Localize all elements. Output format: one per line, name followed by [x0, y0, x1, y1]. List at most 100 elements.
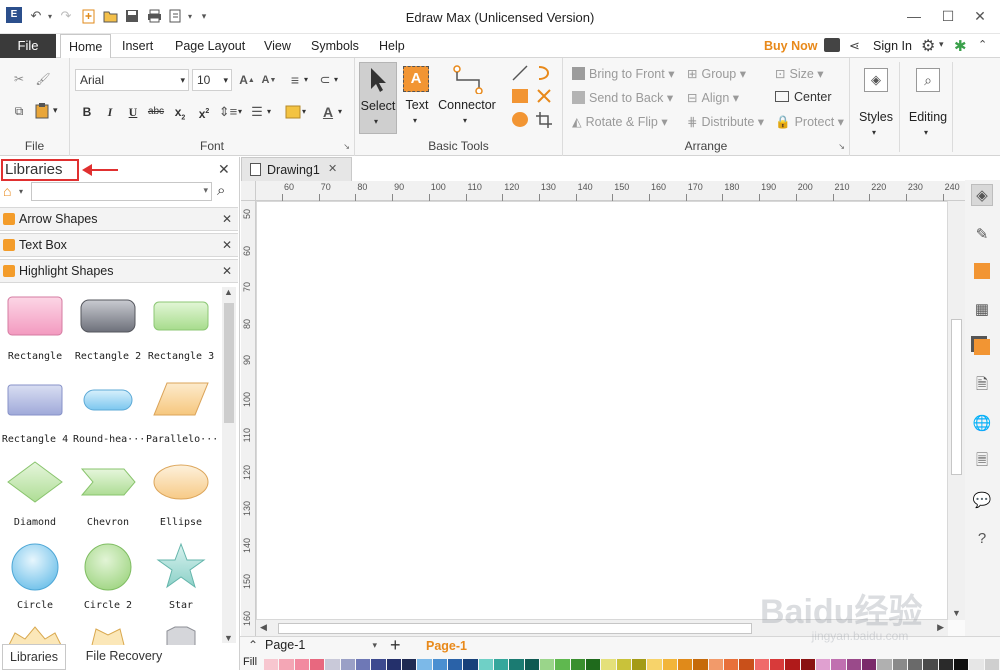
select-button[interactable]: Select ▾	[359, 62, 397, 134]
color-swatch[interactable]	[954, 659, 969, 670]
color-swatch[interactable]	[647, 659, 662, 670]
color-swatch[interactable]	[846, 659, 861, 670]
select-dropdown-icon[interactable]: ▾	[374, 117, 378, 126]
color-swatch[interactable]	[969, 659, 984, 670]
library-category-highlight-shapes[interactable]: Highlight Shapes ✕	[0, 259, 238, 283]
align-text-icon[interactable]: ≡	[286, 71, 304, 89]
color-swatch[interactable]	[371, 659, 386, 670]
center-button[interactable]: Center	[775, 90, 832, 104]
settings-dropdown-icon[interactable]: ▾	[939, 39, 944, 50]
bring-to-front-button[interactable]: Bring to Front ▾	[572, 66, 674, 81]
shape-round-head[interactable]: Round-hea···	[73, 377, 145, 445]
color-swatch[interactable]	[417, 659, 432, 670]
shape-chevron[interactable]: Chevron	[73, 460, 143, 528]
theme-icon[interactable]: ✱	[954, 37, 967, 55]
styles-button[interactable]: ◈ Styles ▾	[852, 62, 900, 152]
shape-ellipse[interactable]: Ellipse	[146, 460, 216, 528]
color-swatch[interactable]	[724, 659, 739, 670]
color-swatch[interactable]	[279, 659, 294, 670]
font-size-select[interactable]: 10 ▾	[192, 69, 232, 91]
bullets-icon[interactable]: ☰	[248, 103, 266, 121]
protect-button[interactable]: 🔒 Protect ▾	[775, 114, 844, 130]
category-close-icon[interactable]: ✕	[222, 264, 232, 278]
color-swatch[interactable]	[632, 659, 647, 670]
canvas-scroll-thumb-vertical[interactable]	[951, 319, 962, 475]
color-swatch[interactable]	[540, 659, 555, 670]
rotate-flip-button[interactable]: ◭ Rotate & Flip ▾	[572, 114, 668, 129]
comments-icon[interactable]: 💬	[971, 489, 993, 511]
library-search-dropdown-icon[interactable]: ▾	[203, 185, 208, 196]
library-category-arrow-shapes[interactable]: Arrow Shapes ✕	[0, 207, 238, 231]
color-swatch[interactable]	[908, 659, 923, 670]
subscript-icon[interactable]: x2	[171, 103, 189, 121]
shape-style-icon[interactable]	[971, 260, 993, 282]
attachment-icon[interactable]: 🗏	[971, 451, 993, 473]
share-icon[interactable]: ⋖	[849, 38, 860, 54]
line-tool-icon[interactable]	[511, 64, 529, 82]
tab-view[interactable]: View	[258, 34, 297, 58]
cut-icon[interactable]: ✂	[10, 70, 28, 88]
shape-rectangle[interactable]: Rectangle	[0, 294, 70, 362]
shape-rectangle-2[interactable]: Rectangle 2	[73, 294, 143, 362]
tab-home[interactable]: Home	[60, 34, 112, 59]
library-category-text-box[interactable]: Text Box ✕	[0, 233, 238, 257]
arc-tool-icon[interactable]	[535, 64, 553, 82]
color-swatch[interactable]	[785, 659, 800, 670]
library-scroll-up-icon[interactable]: ▲	[224, 287, 233, 297]
italic-icon[interactable]: I	[101, 103, 119, 121]
rectangle-tool-icon[interactable]	[512, 89, 528, 103]
text-button[interactable]: A Text ▾	[399, 62, 435, 134]
bottom-tab-libraries[interactable]: Libraries	[2, 644, 66, 670]
shape-circle-2[interactable]: Circle 2	[73, 541, 143, 611]
color-swatch[interactable]	[386, 659, 401, 670]
tab-page-layout[interactable]: Page Layout	[169, 34, 251, 58]
paste-icon[interactable]	[32, 102, 52, 120]
color-swatch[interactable]	[616, 659, 631, 670]
close-document-tab-icon[interactable]: ✕	[328, 162, 337, 175]
settings-gear-icon[interactable]: ⚙	[921, 36, 935, 56]
color-swatch[interactable]	[509, 659, 524, 670]
library-scroll-thumb[interactable]	[224, 303, 234, 423]
canvas-scroll-left-icon[interactable]: ◀	[260, 622, 267, 633]
color-swatch[interactable]	[402, 659, 417, 670]
library-scroll-down-icon[interactable]: ▼	[224, 633, 233, 643]
color-swatch[interactable]	[938, 659, 953, 670]
color-swatch[interactable]	[294, 659, 309, 670]
shape-parallelogram[interactable]: Parallelo···	[146, 377, 218, 445]
shape-circle[interactable]: Circle	[0, 541, 70, 611]
tab-insert[interactable]: Insert	[116, 34, 159, 58]
collapse-ribbon-icon[interactable]: ⌃	[978, 38, 987, 51]
help-icon[interactable]: ?	[971, 527, 993, 549]
color-swatch[interactable]	[984, 659, 999, 670]
font-family-select[interactable]: Arial ▾	[75, 69, 189, 91]
bullets-dropdown-icon[interactable]: ▾	[267, 107, 271, 116]
close-libraries-icon[interactable]: ✕	[218, 161, 230, 178]
color-swatch[interactable]	[892, 659, 907, 670]
connector-button[interactable]: Connector ▾	[435, 62, 499, 134]
tab-help[interactable]: Help	[373, 34, 411, 58]
maximize-icon[interactable]: ☐	[936, 6, 960, 26]
fill-panel-icon[interactable]: ◈	[971, 184, 993, 206]
size-button[interactable]: ⊡ Size ▾	[775, 66, 824, 81]
crop-tool-icon[interactable]	[535, 111, 553, 129]
color-swatch[interactable]	[310, 659, 325, 670]
buy-now-cart-icon[interactable]	[824, 38, 840, 52]
styles-dropdown-icon[interactable]: ▾	[872, 128, 876, 137]
pen-tool-icon[interactable]	[535, 87, 553, 105]
grow-font-icon[interactable]: A ▲	[238, 71, 256, 89]
color-swatch[interactable]	[555, 659, 570, 670]
highlight-color-icon[interactable]	[284, 103, 302, 121]
text-direction-icon[interactable]: ⊂	[316, 71, 334, 89]
color-swatch[interactable]	[570, 659, 585, 670]
color-swatch[interactable]	[862, 659, 877, 670]
color-swatch[interactable]	[770, 659, 785, 670]
color-swatch[interactable]	[816, 659, 831, 670]
color-swatch[interactable]	[923, 659, 938, 670]
line-spacing-icon[interactable]: ⇕≡	[219, 103, 237, 121]
editing-dropdown-icon[interactable]: ▾	[924, 128, 928, 137]
expand-page-bar-icon[interactable]: ⌃	[248, 638, 258, 652]
layers-panel-icon[interactable]	[971, 336, 993, 358]
tab-symbols[interactable]: Symbols	[305, 34, 365, 58]
color-swatch[interactable]	[754, 659, 769, 670]
color-swatch[interactable]	[877, 659, 892, 670]
